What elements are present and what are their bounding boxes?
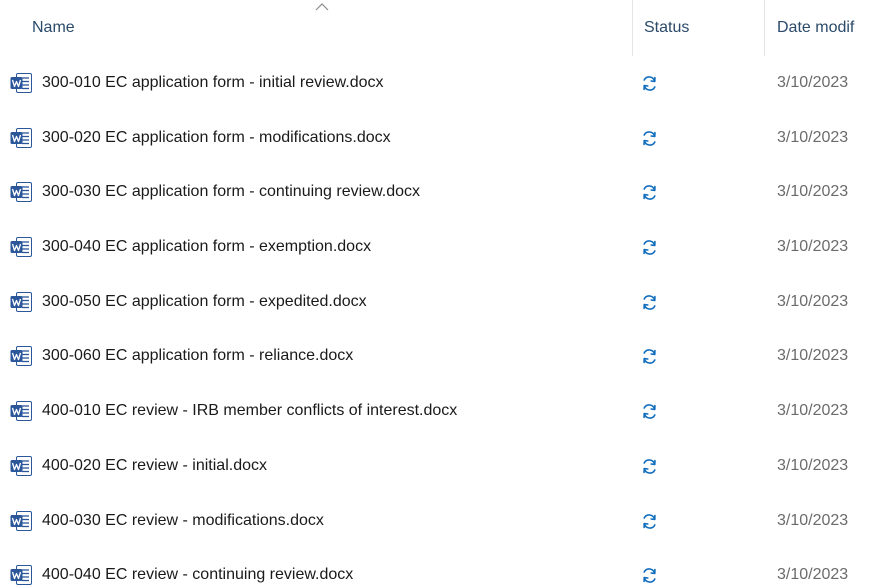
- sync-pending-icon[interactable]: [641, 130, 658, 147]
- word-document-icon: [10, 346, 32, 367]
- sync-pending-icon[interactable]: [641, 403, 658, 420]
- sync-pending-icon[interactable]: [641, 567, 658, 584]
- file-name[interactable]: 400-020 EC review - initial.docx: [42, 439, 267, 493]
- sync-pending-icon[interactable]: [641, 348, 658, 365]
- file-row[interactable]: 300-040 EC application form - exemption.…: [0, 220, 882, 275]
- file-name[interactable]: 300-050 EC application form - expedited.…: [42, 275, 367, 329]
- sync-pending-icon[interactable]: [641, 513, 658, 530]
- file-row[interactable]: 300-010 EC application form - initial re…: [0, 56, 882, 111]
- date-modified-cell: 3/10/2023: [777, 238, 849, 256]
- sync-pending-icon[interactable]: [641, 458, 658, 475]
- file-row[interactable]: 400-040 EC review - continuing review.do…: [0, 548, 882, 588]
- file-name[interactable]: 400-030 EC review - modifications.docx: [42, 494, 324, 548]
- sort-ascending-icon: [315, 3, 329, 11]
- file-name[interactable]: 300-020 EC application form - modificati…: [42, 111, 391, 165]
- file-row[interactable]: 400-030 EC review - modifications.docx 3…: [0, 494, 882, 549]
- file-row[interactable]: 300-060 EC application form - reliance.d…: [0, 329, 882, 384]
- file-row[interactable]: 300-030 EC application form - continuing…: [0, 165, 882, 220]
- date-modified-cell: 3/10/2023: [777, 347, 849, 365]
- file-name[interactable]: 300-040 EC application form - exemption.…: [42, 220, 371, 274]
- column-header-status[interactable]: Status: [633, 0, 764, 56]
- file-row[interactable]: 300-020 EC application form - modificati…: [0, 111, 882, 166]
- date-modified-cell: 3/10/2023: [777, 456, 849, 474]
- word-document-icon: [10, 510, 32, 531]
- file-row[interactable]: 400-010 EC review - IRB member conflicts…: [0, 384, 882, 439]
- column-header-row: Name Status Date modif: [0, 0, 882, 56]
- word-document-icon: [10, 127, 32, 148]
- file-explorer-details-view: Name Status Date modif 300-010 EC applic…: [0, 0, 882, 588]
- file-name[interactable]: 300-060 EC application form - reliance.d…: [42, 329, 353, 383]
- word-document-icon: [10, 73, 32, 93]
- sync-pending-icon[interactable]: [641, 294, 658, 311]
- sync-pending-icon[interactable]: [641, 75, 658, 92]
- word-document-icon: [10, 455, 32, 476]
- date-modified-cell: 3/10/2023: [777, 183, 849, 201]
- file-name[interactable]: 400-010 EC review - IRB member conflicts…: [42, 384, 457, 438]
- column-header-date-label: Date modif: [777, 19, 855, 36]
- column-header-date-modified[interactable]: Date modif: [765, 0, 882, 56]
- word-document-icon: [10, 291, 32, 312]
- file-row[interactable]: 400-020 EC review - initial.docx 3/10/20…: [0, 439, 882, 494]
- date-modified-cell: 3/10/2023: [777, 402, 849, 420]
- file-row[interactable]: 300-050 EC application form - expedited.…: [0, 275, 882, 330]
- sync-pending-icon[interactable]: [641, 184, 658, 201]
- column-header-status-label: Status: [644, 19, 690, 36]
- word-document-icon: [10, 565, 32, 586]
- word-document-icon: [10, 182, 32, 203]
- column-header-name-label: Name: [32, 19, 75, 36]
- file-name[interactable]: 300-010 EC application form - initial re…: [42, 56, 384, 110]
- sync-pending-icon[interactable]: [641, 239, 658, 256]
- file-name[interactable]: 400-040 EC review - continuing review.do…: [42, 548, 353, 588]
- date-modified-cell: 3/10/2023: [777, 511, 849, 529]
- date-modified-cell: 3/10/2023: [777, 74, 849, 91]
- word-document-icon: [10, 237, 32, 258]
- file-name[interactable]: 300-030 EC application form - continuing…: [42, 165, 420, 219]
- word-document-icon: [10, 401, 32, 422]
- date-modified-cell: 3/10/2023: [777, 128, 849, 146]
- date-modified-cell: 3/10/2023: [777, 292, 849, 310]
- file-list: 300-010 EC application form - initial re…: [0, 56, 882, 588]
- date-modified-cell: 3/10/2023: [777, 566, 849, 584]
